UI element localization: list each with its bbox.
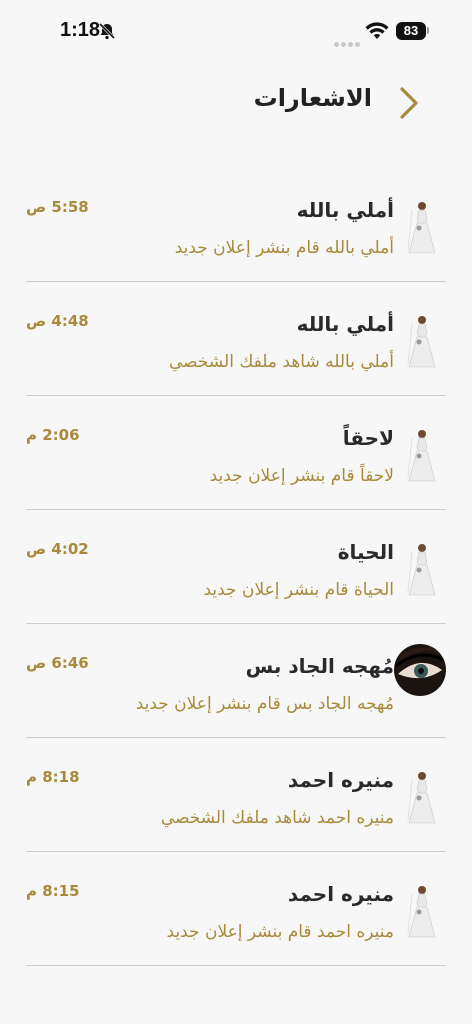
header: الاشعارات [0, 78, 472, 126]
wifi-icon [365, 22, 389, 39]
notification-list: أملي بالله أملي بالله قام بنشر إعلان جديد… [26, 168, 446, 966]
page-title: الاشعارات [253, 84, 372, 112]
notification-message: مُهجه الجاد بس قام بنشر إعلان جديد [135, 694, 394, 714]
avatar-bride-icon [398, 540, 446, 598]
notification-time: 5:58 ص [26, 198, 89, 216]
status-bar: 1:18 83 [0, 0, 472, 64]
notification-sender-name: أملي بالله [296, 312, 394, 336]
avatar-bride-icon [398, 768, 446, 826]
notification-time: 2:06 م [26, 426, 80, 444]
notification-sender-name: منيره احمد [287, 768, 394, 792]
notification-item[interactable]: لاحقاً لاحقاً قام بنشر إعلان جديد 2:06 م [26, 396, 446, 510]
notification-time: 4:02 ص [26, 540, 89, 558]
notification-sender-name: أملي بالله [296, 198, 394, 222]
notification-item[interactable]: منيره احمد منيره احمد قام بنشر إعلان جديد… [26, 852, 446, 966]
notification-sender-name: الحياة [337, 540, 394, 564]
avatar-bride-icon [398, 882, 446, 940]
notification-time: 6:46 ص [26, 654, 89, 672]
notification-message: منيره احمد قام بنشر إعلان جديد [166, 922, 394, 942]
notification-item[interactable]: مُهجه الجاد بس مُهجه الجاد بس قام بنشر إع… [26, 624, 446, 738]
notification-time: 8:15 م [26, 882, 80, 900]
battery-tip [427, 27, 429, 34]
notification-message: الحياة قام بنشر إعلان جديد [203, 580, 394, 600]
notification-item[interactable]: أملي بالله أملي بالله قام بنشر إعلان جديد… [26, 168, 446, 282]
notification-time: 4:48 ص [26, 312, 89, 330]
status-time: 1:18 [60, 19, 101, 41]
notification-item[interactable]: منيره احمد منيره احمد شاهد ملفك الشخصي 8:1… [26, 738, 446, 852]
avatar-bride-icon [398, 312, 446, 370]
notification-message: أملي بالله شاهد ملفك الشخصي [168, 352, 394, 372]
avatar-bride-icon [398, 426, 446, 484]
notification-message: لاحقاً قام بنشر إعلان جديد [209, 466, 394, 486]
avatar-bride-icon [398, 198, 446, 256]
battery-indicator: 83 [396, 22, 426, 40]
cellular-signal-icon [334, 32, 362, 51]
chevron-right-back-icon[interactable] [398, 86, 420, 120]
notification-item[interactable]: الحياة الحياة قام بنشر إعلان جديد 4:02 ص [26, 510, 446, 624]
bell-muted-icon [98, 22, 116, 40]
notification-item[interactable]: أملي بالله أملي بالله شاهد ملفك الشخصي 4:4… [26, 282, 446, 396]
notification-sender-name: منيره احمد [287, 882, 394, 906]
notification-sender-name: لاحقاً [342, 426, 394, 450]
notification-message: أملي بالله قام بنشر إعلان جديد [174, 238, 394, 258]
notification-sender-name: مُهجه الجاد بس [245, 654, 394, 678]
notification-time: 8:18 م [26, 768, 80, 786]
avatar-eye-photo [394, 644, 446, 696]
notification-message: منيره احمد شاهد ملفك الشخصي [160, 808, 394, 828]
